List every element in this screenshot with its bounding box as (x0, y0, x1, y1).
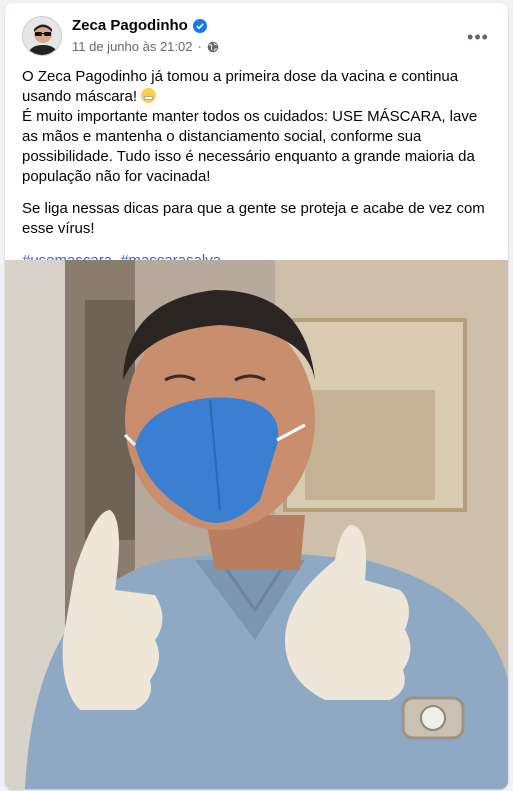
verified-badge-icon (192, 18, 207, 33)
globe-icon[interactable] (207, 41, 219, 53)
post-header: Zeca Pagodinho 11 de junho às 21:02 · ••… (5, 3, 508, 63)
author-name[interactable]: Zeca Pagodinho (72, 17, 207, 34)
post-timestamp[interactable]: 11 de junho às 21:02 (72, 39, 192, 54)
post-meta: 11 de junho às 21:02 · (72, 39, 219, 54)
meta-separator: · (197, 39, 202, 54)
avatar-image (23, 17, 61, 55)
author-avatar[interactable] (22, 16, 62, 56)
post-card: Zeca Pagodinho 11 de junho às 21:02 · ••… (5, 3, 508, 789)
author-name-text[interactable]: Zeca Pagodinho (72, 17, 188, 34)
more-options-label: ••• (467, 26, 489, 47)
mask-face-emoji-icon (141, 88, 157, 103)
photo-image (5, 260, 508, 789)
post-text-intro: O Zeca Pagodinho já tomou a primeira dos… (22, 68, 459, 105)
post-paragraph-1: O Zeca Pagodinho já tomou a primeira dos… (22, 67, 492, 187)
post-text-recommendations: É muito importante manter todos os cuida… (22, 108, 478, 185)
more-options-icon[interactable]: ••• (462, 21, 494, 53)
post-paragraph-2: Se liga nessas dicas para que a gente se… (22, 200, 485, 237)
post-photo[interactable] (5, 260, 508, 789)
post-text: O Zeca Pagodinho já tomou a primeira dos… (22, 67, 492, 283)
